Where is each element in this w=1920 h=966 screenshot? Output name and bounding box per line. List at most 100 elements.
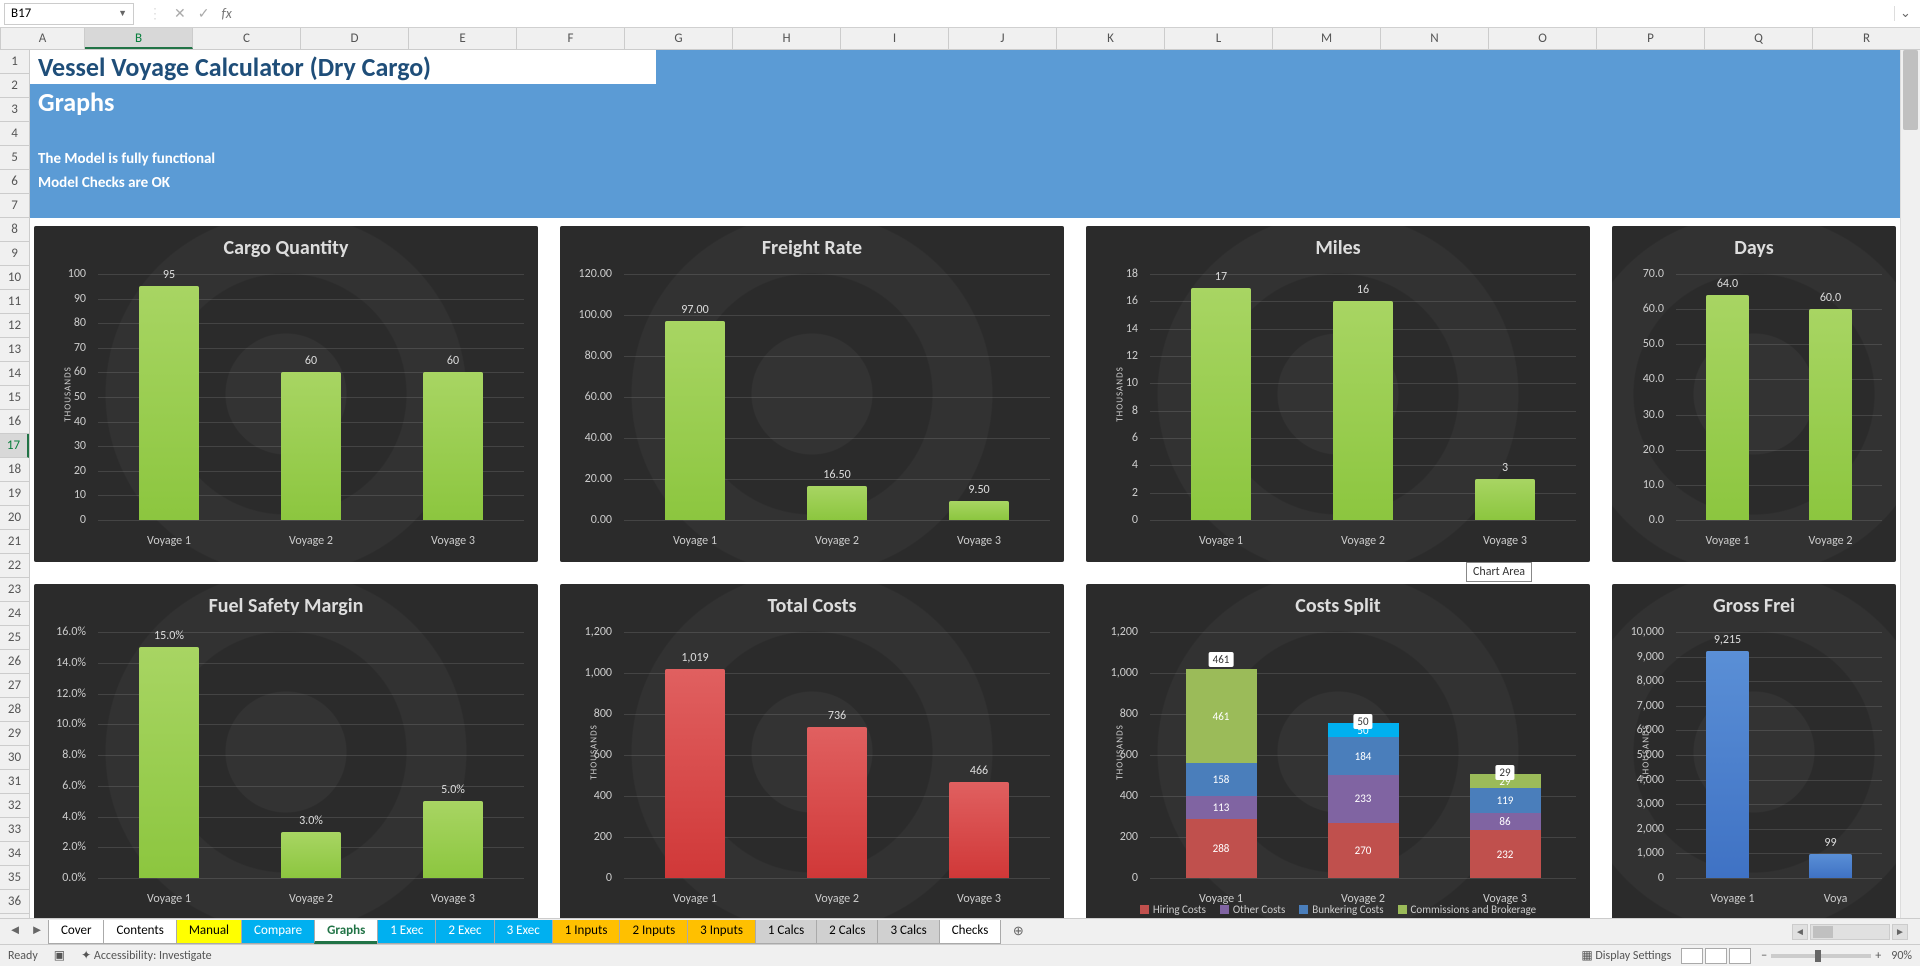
row-header-35[interactable]: 35 — [0, 866, 29, 890]
row-header-10[interactable]: 10 — [0, 266, 29, 290]
chart-freight-rate[interactable]: Freight Rate0.0020.0040.0060.0080.00100.… — [560, 226, 1064, 562]
macro-record-icon[interactable]: ▣ — [54, 948, 65, 963]
column-header-O[interactable]: O — [1489, 28, 1597, 49]
chart-gross-frei[interactable]: Gross FreiTHOUSANDS01,0002,0003,0004,000… — [1612, 584, 1896, 918]
column-header-F[interactable]: F — [517, 28, 625, 49]
sheet-tab-3-inputs[interactable]: 3 Inputs — [687, 920, 756, 944]
row-header-23[interactable]: 23 — [0, 578, 29, 602]
vertical-scrollbar[interactable] — [1900, 50, 1920, 918]
chart-miles[interactable]: MilesTHOUSANDS02468101214161817163Voyage… — [1086, 226, 1590, 562]
sheet-tab-contents[interactable]: Contents — [103, 920, 176, 944]
row-header-3[interactable]: 3 — [0, 98, 29, 122]
row-header-12[interactable]: 12 — [0, 314, 29, 338]
row-header-28[interactable]: 28 — [0, 698, 29, 722]
row-header-29[interactable]: 29 — [0, 722, 29, 746]
column-header-A[interactable]: A — [1, 28, 85, 49]
column-header-L[interactable]: L — [1165, 28, 1273, 49]
sheet-tab-1-calcs[interactable]: 1 Calcs — [755, 920, 817, 944]
column-header-P[interactable]: P — [1597, 28, 1705, 49]
column-header-B[interactable]: B — [85, 28, 193, 49]
column-header-R[interactable]: R — [1813, 28, 1920, 49]
row-header-25[interactable]: 25 — [0, 626, 29, 650]
row-header-8[interactable]: 8 — [0, 218, 29, 242]
sheet-tab-3-exec[interactable]: 3 Exec — [494, 920, 553, 944]
zoom-in-icon[interactable]: + — [1875, 949, 1881, 963]
hscroll-right-icon[interactable]: ► — [1892, 924, 1908, 940]
column-header-J[interactable]: J — [949, 28, 1057, 49]
zoom-out-icon[interactable]: − — [1761, 949, 1767, 963]
row-header-22[interactable]: 22 — [0, 554, 29, 578]
hscroll-left-icon[interactable]: ◄ — [1792, 924, 1808, 940]
row-header-24[interactable]: 24 — [0, 602, 29, 626]
tab-nav-prev[interactable]: ◄ — [4, 922, 26, 942]
row-header-36[interactable]: 36 — [0, 890, 29, 914]
tab-nav-next[interactable]: ► — [26, 922, 48, 942]
sheet-tab-checks[interactable]: Checks — [939, 920, 1002, 944]
column-header-N[interactable]: N — [1381, 28, 1489, 49]
row-header-32[interactable]: 32 — [0, 794, 29, 818]
sheet-tab-2-exec[interactable]: 2 Exec — [435, 920, 494, 944]
column-header-I[interactable]: I — [841, 28, 949, 49]
row-header-19[interactable]: 19 — [0, 482, 29, 506]
chart-cargo-quantity[interactable]: Cargo QuantityTHOUSANDS01020304050607080… — [34, 226, 538, 562]
page-layout-view-button[interactable] — [1705, 948, 1727, 964]
row-header-15[interactable]: 15 — [0, 386, 29, 410]
row-header-33[interactable]: 33 — [0, 818, 29, 842]
column-header-D[interactable]: D — [301, 28, 409, 49]
chart-total-costs[interactable]: Total CostsTHOUSANDS02004006008001,0001,… — [560, 584, 1064, 918]
name-box-dropdown-icon[interactable]: ▼ — [118, 8, 127, 19]
column-header-M[interactable]: M — [1273, 28, 1381, 49]
sheet-tab-3-calcs[interactable]: 3 Calcs — [877, 920, 939, 944]
sheet-tab-manual[interactable]: Manual — [176, 920, 242, 944]
cell-grid[interactable]: Vessel Voyage Calculator (Dry Cargo) Gra… — [30, 50, 1900, 918]
page-break-view-button[interactable] — [1729, 948, 1751, 964]
sheet-tab-graphs[interactable]: Graphs — [314, 920, 378, 944]
accessibility-status[interactable]: ✦ Accessibility: Investigate — [81, 948, 212, 963]
row-header-4[interactable]: 4 — [0, 122, 29, 146]
sheet-tab-compare[interactable]: Compare — [241, 920, 315, 944]
row-header-26[interactable]: 26 — [0, 650, 29, 674]
formula-input[interactable] — [246, 3, 1894, 25]
row-header-13[interactable]: 13 — [0, 338, 29, 362]
sheet-tab-2-calcs[interactable]: 2 Calcs — [816, 920, 878, 944]
column-header-K[interactable]: K — [1057, 28, 1165, 49]
row-header-14[interactable]: 14 — [0, 362, 29, 386]
row-header-20[interactable]: 20 — [0, 506, 29, 530]
chart-fuel-safety-margin[interactable]: Fuel Safety Margin0.0%2.0%4.0%6.0%8.0%10… — [34, 584, 538, 918]
row-header-21[interactable]: 21 — [0, 530, 29, 554]
row-header-11[interactable]: 11 — [0, 290, 29, 314]
row-header-18[interactable]: 18 — [0, 458, 29, 482]
row-header-9[interactable]: 9 — [0, 242, 29, 266]
row-header-1[interactable]: 1 — [0, 50, 29, 74]
row-header-16[interactable]: 16 — [0, 410, 29, 434]
formula-expand-icon[interactable]: ⌄ — [1894, 6, 1916, 21]
column-header-H[interactable]: H — [733, 28, 841, 49]
horizontal-scrollbar[interactable]: ◄ ► — [1038, 924, 1908, 940]
row-header-27[interactable]: 27 — [0, 674, 29, 698]
zoom-level[interactable]: 90% — [1891, 949, 1912, 963]
sheet-tab-cover[interactable]: Cover — [48, 920, 104, 944]
sheet-tab-1-exec[interactable]: 1 Exec — [377, 920, 436, 944]
zoom-slider[interactable]: − + — [1761, 949, 1881, 963]
column-header-C[interactable]: C — [193, 28, 301, 49]
name-box[interactable]: B17 ▼ — [4, 3, 134, 25]
sheet-tab-2-inputs[interactable]: 2 Inputs — [619, 920, 688, 944]
new-sheet-button[interactable]: ⊕ — [1006, 924, 1030, 939]
chart-days[interactable]: Days0.010.020.030.040.050.060.070.064.06… — [1612, 226, 1896, 562]
column-header-E[interactable]: E — [409, 28, 517, 49]
display-settings[interactable]: ▦ Display Settings — [1581, 948, 1671, 963]
row-header-7[interactable]: 7 — [0, 194, 29, 218]
column-header-Q[interactable]: Q — [1705, 28, 1813, 49]
row-header-31[interactable]: 31 — [0, 770, 29, 794]
row-header-17[interactable]: 17 — [0, 434, 29, 458]
row-header-34[interactable]: 34 — [0, 842, 29, 866]
chart-costs-split[interactable]: Costs SplitTHOUSANDS02004006008001,0001,… — [1086, 584, 1590, 918]
row-header-5[interactable]: 5 — [0, 146, 29, 170]
column-header-G[interactable]: G — [625, 28, 733, 49]
sheet-tab-1-inputs[interactable]: 1 Inputs — [552, 920, 621, 944]
row-header-2[interactable]: 2 — [0, 74, 29, 98]
normal-view-button[interactable] — [1681, 948, 1703, 964]
row-header-6[interactable]: 6 — [0, 170, 29, 194]
row-header-30[interactable]: 30 — [0, 746, 29, 770]
fx-icon[interactable]: fx — [221, 5, 231, 22]
